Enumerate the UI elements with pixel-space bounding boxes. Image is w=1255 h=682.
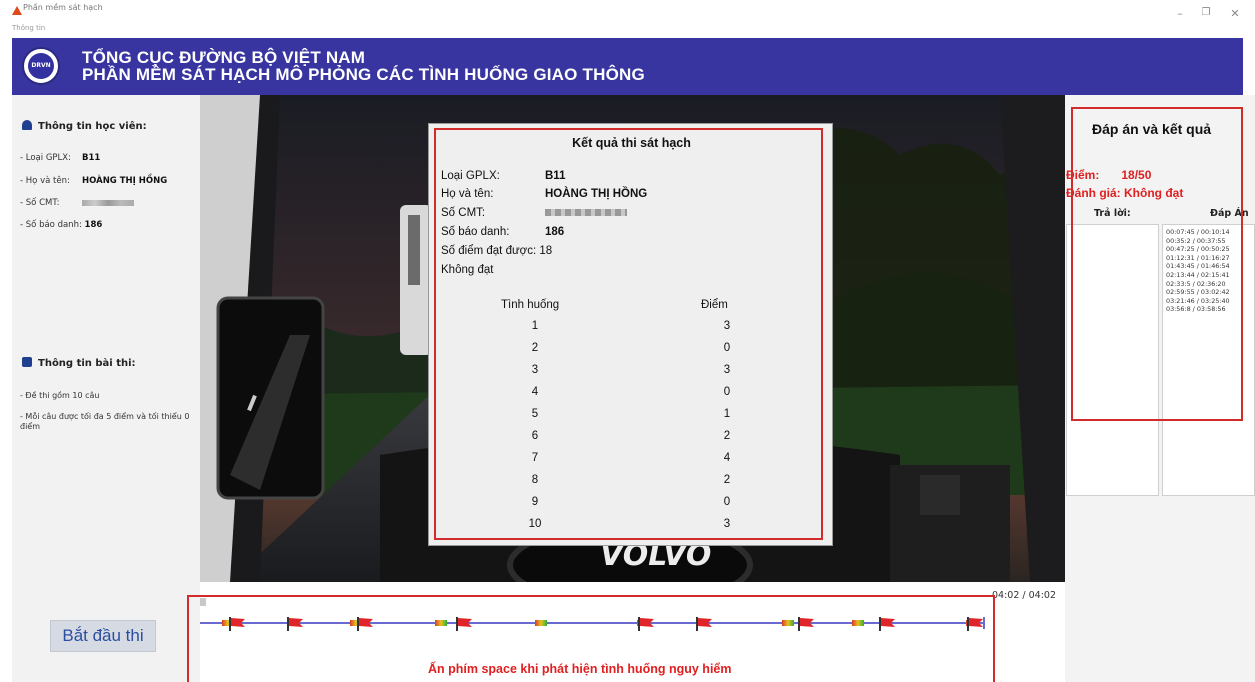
- header-app-title: PHẦN MỀM SÁT HẠCH MÔ PHỎNG CÁC TÌNH HUỐN…: [82, 65, 645, 84]
- situation-segment: [852, 620, 864, 626]
- instruction-hint: Ấn phím space khi phát hiện tình huống n…: [428, 662, 732, 676]
- header-banner: DRVN TỔNG CỤC ĐƯỜNG BỘ VIỆT NAM PHẦN MỀM…: [12, 38, 1243, 95]
- student-info-heading-text: Thông tin học viên:: [38, 121, 147, 132]
- start-exam-button[interactable]: Bắt đầu thi: [50, 620, 156, 652]
- flag-icon: [456, 617, 472, 631]
- student-name-row: - Họ và tên: HOÀNG THỊ HỒNG: [20, 176, 167, 186]
- student-id-redacted: [82, 199, 134, 206]
- student-sbd-row: - Số báo danh: 186: [20, 220, 102, 230]
- person-icon: [22, 120, 32, 130]
- student-name-label: - Họ và tên:: [20, 176, 70, 186]
- student-license-row: - Loại GPLX: B11: [20, 153, 100, 163]
- document-icon: [22, 357, 32, 367]
- logo-text: DRVN: [28, 53, 54, 79]
- flag-icon: [638, 617, 654, 631]
- situation-segment: [435, 620, 447, 626]
- exam-note-2: - Mỗi câu được tối đa 5 điểm và tối thiể…: [20, 412, 190, 431]
- student-license-label: - Loại GPLX:: [20, 153, 71, 163]
- student-id-label: - Số CMT:: [20, 198, 60, 208]
- flag-icon: [229, 617, 245, 631]
- flag-icon: [357, 617, 373, 631]
- flag-icon: [287, 617, 303, 631]
- student-license-value: B11: [82, 153, 101, 163]
- drvn-logo: DRVN: [22, 47, 60, 85]
- exam-info-heading: Thông tin bài thi:: [22, 357, 136, 369]
- time-readout: 04:02 / 04:02: [992, 590, 1056, 601]
- situation-segment: [535, 620, 547, 626]
- minimize-button[interactable]: –: [1171, 7, 1189, 20]
- student-sbd-label: - Số báo danh:: [20, 220, 82, 230]
- close-button[interactable]: ✕: [1226, 7, 1244, 20]
- left-info-panel: Thông tin học viên: - Loại GPLX: B11 - Họ…: [12, 95, 200, 682]
- student-id-row: - Số CMT:: [20, 198, 134, 208]
- timeline-track[interactable]: [200, 622, 985, 624]
- menu-item-info[interactable]: Thông tin: [12, 24, 45, 32]
- exam-info-heading-text: Thông tin bài thi:: [38, 358, 136, 369]
- window-title: Phần mềm sát hạch: [23, 3, 103, 12]
- student-sbd-value: 186: [84, 220, 103, 230]
- flag-icon: [696, 617, 712, 631]
- student-name-value: HOÀNG THỊ HỒNG: [82, 176, 168, 186]
- app-window: Phần mềm sát hạch Thông tin – ❐ ✕ DRVN T…: [0, 0, 1255, 682]
- flag-icon: [879, 617, 895, 631]
- flag-icon: [798, 617, 814, 631]
- situation-segment: [782, 620, 794, 626]
- maximize-button[interactable]: ❐: [1197, 7, 1215, 18]
- student-info-heading: Thông tin học viên:: [22, 120, 147, 132]
- results-panel-highlight: [1071, 107, 1243, 421]
- progress-bar[interactable]: [200, 598, 206, 606]
- result-dialog-highlight: [434, 128, 823, 540]
- warning-triangle-icon: [12, 6, 22, 15]
- title-bar: Phần mềm sát hạch Thông tin – ❐ ✕: [0, 0, 1255, 38]
- flag-icon: [967, 617, 983, 631]
- exam-note-1: - Đề thi gồm 10 câu: [20, 391, 100, 400]
